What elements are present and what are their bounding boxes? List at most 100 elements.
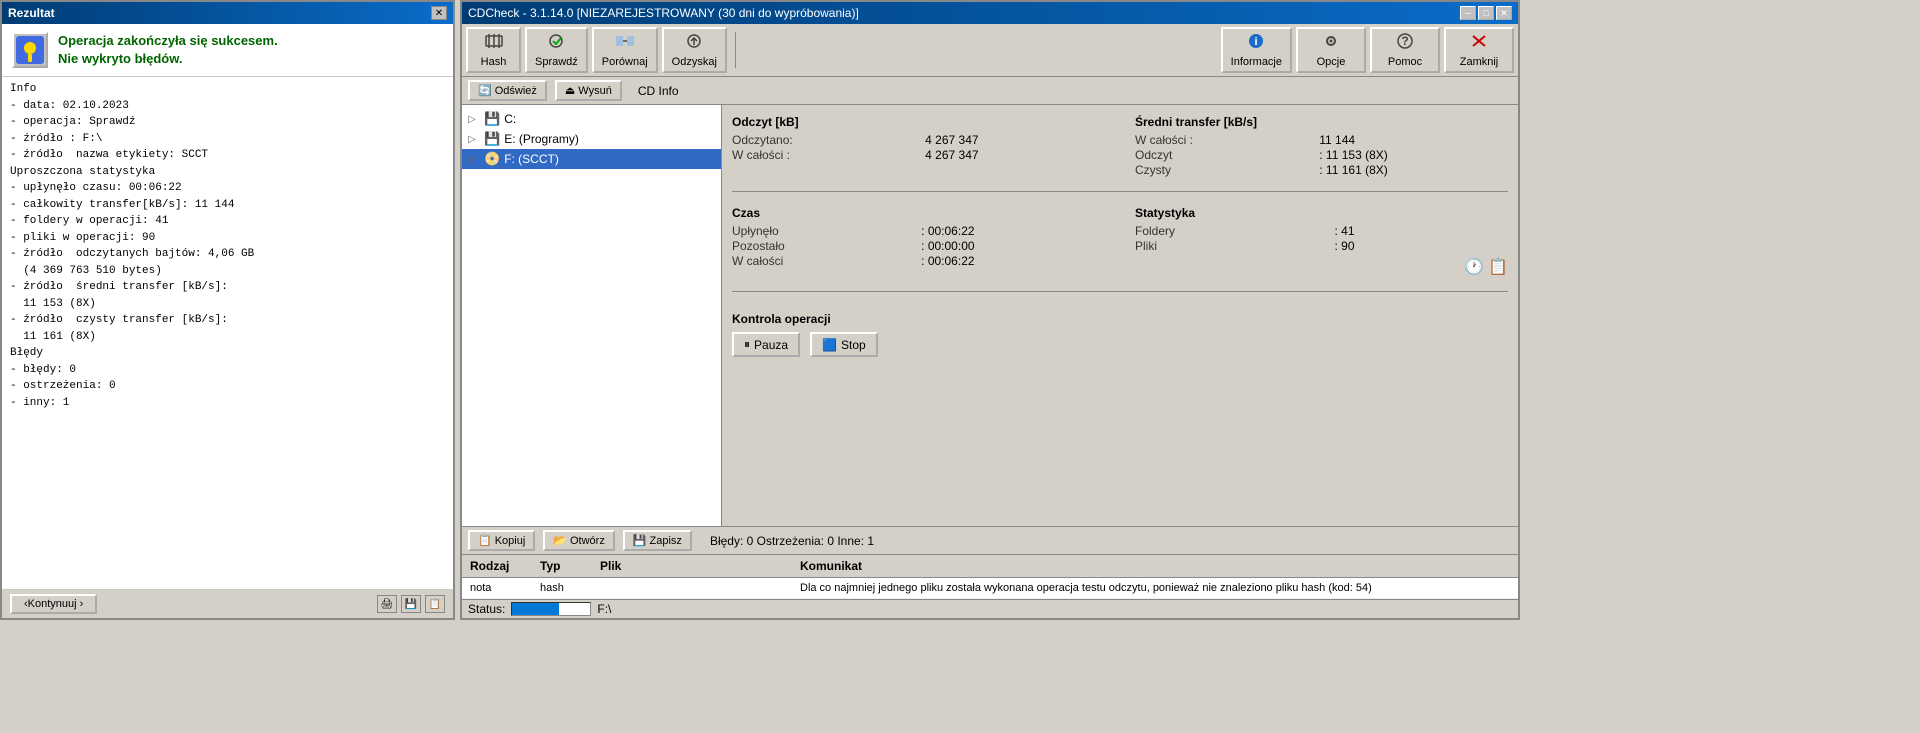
czas-header: Czas <box>732 206 1105 220</box>
expand-c-icon: ▷ <box>468 114 480 125</box>
copy-icon[interactable]: 📋 <box>425 595 445 613</box>
status-label: Status: <box>468 602 505 616</box>
drive-e-icon: 💾 <box>484 131 500 147</box>
odczyt-s-label: Odczyt <box>1135 148 1313 162</box>
tree-item-e[interactable]: ▷ 💾 E: (Programy) <box>462 129 721 149</box>
odzyskaj-label: Odzyskaj <box>672 56 717 68</box>
w-calosci-value: 4 267 347 <box>925 148 1105 162</box>
kontrola-section: Kontrola operacji ⏸ Pauza 🟦 Stop <box>732 312 1508 357</box>
status-path: F:\ <box>597 602 611 616</box>
sprawdz-button[interactable]: Sprawdź <box>525 27 588 73</box>
drive-f-icon: 📀 <box>484 151 500 167</box>
col-rodzaj: Rodzaj <box>466 557 536 575</box>
odzyskaj-button[interactable]: Odzyskaj <box>662 27 727 73</box>
statystyka-section: Statystyka Foldery : 41 Pliki : 90 🕐 📋 <box>1135 206 1508 277</box>
pliki-value: : 90 <box>1335 239 1509 253</box>
svg-text:?: ? <box>1401 34 1408 48</box>
content-line: (4 369 763 510 bytes) <box>10 263 445 280</box>
row-komunikat: Dla co najmniej jednego pliku została wy… <box>796 580 1514 596</box>
odzyskaj-icon <box>684 32 704 55</box>
stop-label: Stop <box>841 338 866 352</box>
stats-bottom-row: Czas Upłynęło : 00:06:22 Pozostało : 00:… <box>732 206 1508 277</box>
zamknij-button[interactable]: Zamknij <box>1444 27 1514 73</box>
rezultat-success-area: Operacja zakończyła się sukcesem. Nie wy… <box>2 24 453 77</box>
pomoc-button[interactable]: ? Pomoc <box>1370 27 1440 73</box>
porownaj-label: Porównaj <box>602 56 648 68</box>
content-line: Uproszczona statystyka <box>10 164 445 181</box>
content-line: - źródło odczytanych bajtów: 4,06 GB <box>10 246 445 263</box>
drive-c-label: C: <box>504 112 516 126</box>
pozostalo-value: : 00:00:00 <box>921 239 1105 253</box>
log-header: Rodzaj Typ Plik Komunikat <box>462 555 1518 578</box>
odswiez-icon: 🔄 <box>478 84 492 97</box>
pauza-button[interactable]: ⏸ Pauza <box>732 332 800 357</box>
opcje-button[interactable]: Opcje <box>1296 27 1366 73</box>
wysun-button[interactable]: ⏏ Wysuń <box>555 80 622 101</box>
close-button[interactable]: ✕ <box>1496 6 1512 20</box>
czysty-value: : 11 161 (8X) <box>1319 163 1508 177</box>
odczyt-section: Odczyt [kB] Odczytano: 4 267 347 W całoś… <box>732 115 1105 177</box>
stop-button[interactable]: 🟦 Stop <box>810 332 878 357</box>
rezultat-close-button[interactable]: ✕ <box>431 6 447 20</box>
odczyt-s-value: : 11 153 (8X) <box>1319 148 1508 162</box>
log-table: Rodzaj Typ Plik Komunikat nota hash Dla … <box>462 555 1518 599</box>
content-line: - źródło średni transfer [kB/s]: <box>10 279 445 296</box>
content-line: - pliki w operacji: 90 <box>10 230 445 247</box>
success-line2: Nie wykryto błędów. <box>58 50 278 68</box>
stats-top-row: Odczyt [kB] Odczytano: 4 267 347 W całoś… <box>732 115 1508 177</box>
tree-item-f[interactable]: ▷ 📀 F: (SCCT) <box>462 149 721 169</box>
maximize-button[interactable]: □ <box>1478 6 1494 20</box>
foldery-value: : 41 <box>1335 224 1509 238</box>
sredni-grid: W całości : 11 144 Odczyt : 11 153 (8X) … <box>1135 133 1508 177</box>
czas-section: Czas Upłynęło : 00:06:22 Pozostało : 00:… <box>732 206 1105 277</box>
content-line: - operacja: Sprawdź <box>10 114 445 131</box>
file-tree[interactable]: ▷ 💾 C: ▷ 💾 E: (Programy) ▷ 📀 F: (SCCT) <box>462 105 722 526</box>
uplynelo-label: Upłynęło <box>732 224 915 238</box>
continue-button[interactable]: ‹Kontynuuj › <box>10 594 97 614</box>
rezultat-footer: ‹Kontynuuj › 🖨 💾 📋 <box>2 589 453 618</box>
footer-icons: 🖨 💾 📋 <box>377 595 445 613</box>
rezultat-content: Info- data: 02.10.2023- operacja: Sprawd… <box>2 77 453 589</box>
status-progress-bar <box>511 602 591 616</box>
sprawdz-label: Sprawdź <box>535 56 578 68</box>
zapisz-button[interactable]: 💾 Zapisz <box>623 530 692 551</box>
bottom-area: 📋 Kopiuj 📂 Otwórz 💾 Zapisz Błędy: 0 Ostr… <box>462 526 1518 599</box>
w-calosci3-value: : 00:06:22 <box>921 254 1105 268</box>
calendar-icon: 📋 <box>1488 257 1508 277</box>
odswiez-button[interactable]: 🔄 Odśwież <box>468 80 547 101</box>
kopiuj-button[interactable]: 📋 Kopiuj <box>468 530 535 551</box>
expand-f-icon: ▷ <box>468 154 480 165</box>
kontrola-buttons: ⏸ Pauza 🟦 Stop <box>732 332 1508 357</box>
print-icon[interactable]: 🖨 <box>377 595 397 613</box>
main-area: ▷ 💾 C: ▷ 💾 E: (Programy) ▷ 📀 F: (SCCT) O… <box>462 105 1518 526</box>
stop-icon: 🟦 <box>822 338 837 352</box>
sprawdz-icon <box>546 32 566 55</box>
content-line: - upłynęło czasu: 00:06:22 <box>10 180 445 197</box>
czas-grid: Upłynęło : 00:06:22 Pozostało : 00:00:00… <box>732 224 1105 268</box>
col-typ: Typ <box>536 557 596 575</box>
content-line: - inny: 1 <box>10 395 445 412</box>
w-calosci-label: W całości : <box>732 148 919 162</box>
otworz-button[interactable]: 📂 Otwórz <box>543 530 615 551</box>
pauza-icon: ⏸ <box>744 337 750 352</box>
stats-panel: Odczyt [kB] Odczytano: 4 267 347 W całoś… <box>722 105 1518 526</box>
save-icon[interactable]: 💾 <box>401 595 421 613</box>
hash-label: Hash <box>481 56 507 68</box>
otworz-label: Otwórz <box>570 535 605 547</box>
status-bar: Status: F:\ <box>462 599 1518 618</box>
tree-item-c[interactable]: ▷ 💾 C: <box>462 109 721 129</box>
hash-button[interactable]: Hash <box>466 27 521 73</box>
drive-c-icon: 💾 <box>484 111 500 127</box>
content-line: 11 161 (8X) <box>10 329 445 346</box>
odczyt-header: Odczyt [kB] <box>732 115 1105 129</box>
rezultat-titlebar: Rezultat ✕ <box>2 2 453 24</box>
sredni-header: Średni transfer [kB/s] <box>1135 115 1508 129</box>
kontrola-header: Kontrola operacji <box>732 312 1508 326</box>
expand-e-icon: ▷ <box>468 134 480 145</box>
odczyt-grid: Odczytano: 4 267 347 W całości : 4 267 3… <box>732 133 1105 162</box>
informacje-icon: i <box>1246 32 1266 55</box>
porownaj-button[interactable]: Porównaj <box>592 27 658 73</box>
minimize-button[interactable]: ─ <box>1460 6 1476 20</box>
log-toolbar: 📋 Kopiuj 📂 Otwórz 💾 Zapisz Błędy: 0 Ostr… <box>462 527 1518 555</box>
informacje-button[interactable]: i Informacje <box>1221 27 1292 73</box>
